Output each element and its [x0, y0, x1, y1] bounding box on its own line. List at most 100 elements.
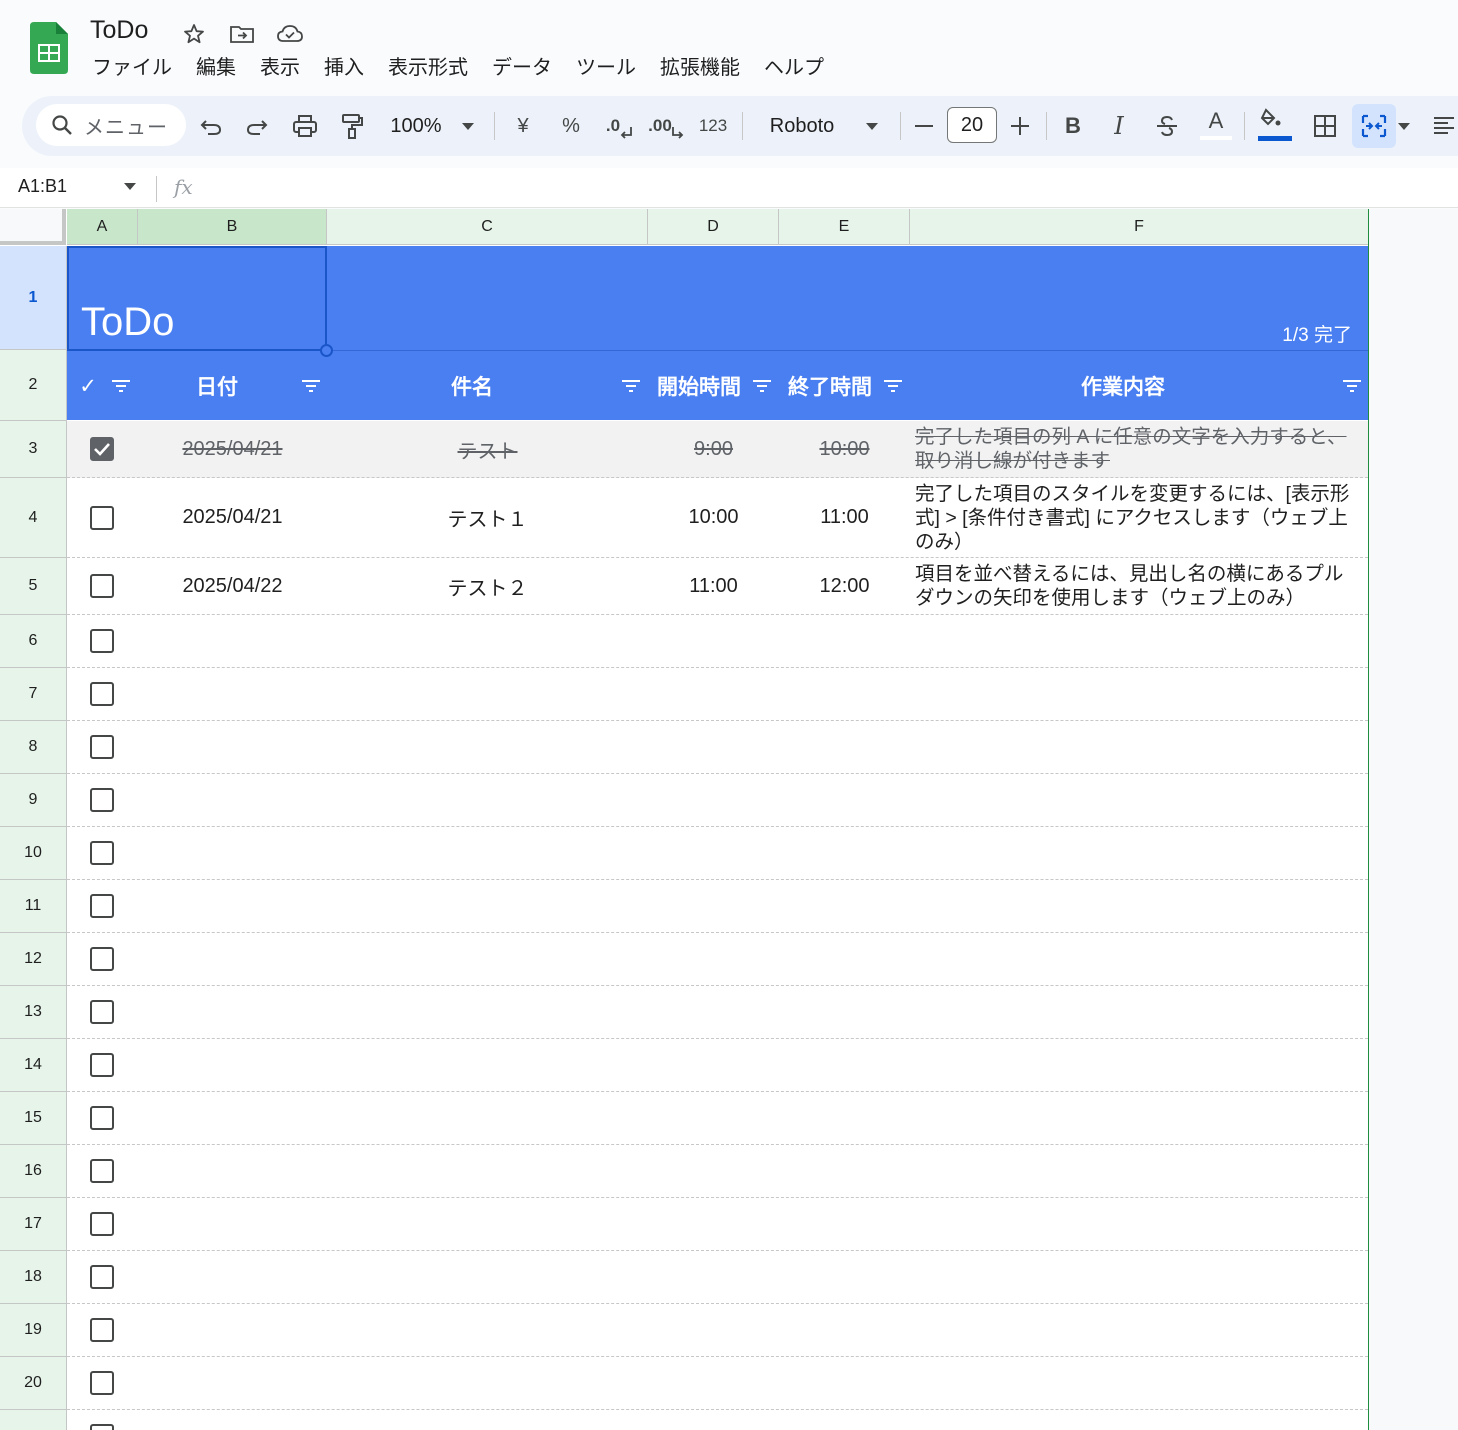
menu-edit[interactable]: 編集	[184, 54, 248, 82]
menu-file[interactable]: ファイル	[80, 54, 184, 82]
cloud-status-icon[interactable]	[276, 20, 304, 48]
row-header-16[interactable]: 16	[0, 1145, 67, 1198]
filter-icon[interactable]	[883, 379, 903, 393]
row-header-13[interactable]: 13	[0, 986, 67, 1039]
table-row: 2025/04/21 テスト１ 10:00 11:00 完了した項目のスタイルを…	[67, 478, 1368, 558]
percent-format-button[interactable]: %	[558, 96, 584, 156]
font-select[interactable]: Roboto	[762, 96, 842, 156]
merge-dropdown-arrow-icon[interactable]	[1396, 96, 1412, 156]
task-detail[interactable]: 完了した項目のスタイルを変更するには、[表示形式] > [条件付き書式] にアク…	[67, 478, 1368, 557]
task-detail[interactable]: 項目を並べ替えるには、見出し名の横にあるプルダウンの矢印を使用します（ウェブ上の…	[67, 558, 1368, 614]
name-box-dropdown-icon[interactable]	[124, 183, 136, 190]
increase-decimal-button[interactable]: .00	[646, 96, 686, 156]
sheets-logo-icon[interactable]	[30, 22, 68, 74]
menu-search[interactable]: メニュー	[36, 104, 186, 146]
text-color-button[interactable]: A	[1198, 96, 1234, 156]
horizontal-align-button[interactable]	[1430, 96, 1458, 156]
name-box[interactable]: A1:B1	[18, 176, 67, 197]
filter-icon[interactable]	[752, 379, 772, 393]
row-header-14[interactable]: 14	[0, 1039, 67, 1092]
row-header-8[interactable]: 8	[0, 721, 67, 774]
task-checkbox[interactable]	[90, 947, 114, 971]
menu-help[interactable]: ヘルプ	[752, 54, 836, 82]
menu-insert[interactable]: 挿入	[312, 54, 376, 82]
merge-cells-button[interactable]	[1352, 104, 1396, 148]
filter-icon[interactable]	[111, 379, 131, 393]
task-checkbox[interactable]	[90, 1424, 114, 1430]
print-button[interactable]	[290, 96, 320, 156]
filter-icon[interactable]	[621, 379, 641, 393]
row-header-1[interactable]: 1	[0, 246, 67, 350]
column-header-e[interactable]: E	[779, 209, 910, 245]
column-header-d[interactable]: D	[648, 209, 779, 245]
currency-format-button[interactable]: ¥	[510, 96, 536, 156]
menu-data[interactable]: データ	[480, 54, 564, 82]
task-checkbox[interactable]	[90, 1265, 114, 1289]
task-detail[interactable]: 完了した項目の列 A に任意の文字を入力すると、取り消し線が付きます	[67, 421, 1368, 477]
task-checkbox[interactable]	[90, 1212, 114, 1236]
strikethrough-button[interactable]	[1152, 96, 1182, 156]
filter-icon[interactable]	[1342, 379, 1362, 393]
menu-extensions[interactable]: 拡張機能	[648, 54, 752, 82]
row-header-4[interactable]: 4	[0, 478, 67, 558]
row-header-12[interactable]: 12	[0, 933, 67, 986]
paint-format-button[interactable]	[338, 96, 366, 156]
number-format-button[interactable]: 123	[696, 96, 730, 156]
decrease-decimal-button[interactable]: .0	[602, 96, 636, 156]
row-header-11[interactable]: 11	[0, 880, 67, 933]
row-header-10[interactable]: 10	[0, 827, 67, 880]
task-checkbox[interactable]	[90, 1106, 114, 1130]
task-checkbox[interactable]	[90, 841, 114, 865]
row-header-9[interactable]: 9	[0, 774, 67, 827]
star-icon[interactable]	[180, 20, 208, 48]
column-header-b[interactable]: B	[138, 209, 327, 245]
font-size-input[interactable]: 20	[947, 107, 997, 143]
row-header-19[interactable]: 19	[0, 1304, 67, 1357]
selection-handle[interactable]	[320, 344, 333, 357]
column-header-a[interactable]: A	[67, 209, 138, 245]
italic-button[interactable]: I	[1106, 96, 1132, 156]
row-header-17[interactable]: 17	[0, 1198, 67, 1251]
document-title[interactable]: ToDo	[90, 16, 148, 45]
row-header-20[interactable]: 20	[0, 1357, 67, 1410]
filter-icon[interactable]	[301, 379, 321, 393]
menu-view[interactable]: 表示	[248, 54, 312, 82]
font-dropdown-arrow-icon[interactable]	[862, 96, 882, 156]
borders-button[interactable]	[1312, 96, 1338, 156]
row-header-6[interactable]: 6	[0, 615, 67, 668]
task-checkbox[interactable]	[90, 1000, 114, 1024]
zoom-dropdown-arrow-icon[interactable]	[458, 96, 478, 156]
move-folder-icon[interactable]	[228, 20, 256, 48]
task-checkbox[interactable]	[90, 1371, 114, 1395]
redo-button[interactable]	[244, 96, 270, 156]
row-header-7[interactable]: 7	[0, 668, 67, 721]
bold-button[interactable]: B	[1060, 96, 1086, 156]
formula-bar: A1:B1 fx	[0, 168, 1458, 208]
column-header-c[interactable]: C	[327, 209, 648, 245]
menu-format[interactable]: 表示形式	[376, 54, 480, 82]
column-header-f[interactable]: F	[910, 209, 1369, 245]
task-checkbox[interactable]	[90, 1053, 114, 1077]
row-header-2[interactable]: 2	[0, 350, 67, 421]
row-header-18[interactable]: 18	[0, 1251, 67, 1304]
task-checkbox[interactable]	[90, 1159, 114, 1183]
select-all-corner[interactable]	[0, 209, 66, 245]
task-checkbox[interactable]	[90, 682, 114, 706]
task-checkbox[interactable]	[90, 629, 114, 653]
task-checkbox[interactable]	[90, 788, 114, 812]
fill-color-button[interactable]	[1256, 96, 1292, 156]
task-checkbox[interactable]	[90, 1318, 114, 1342]
table-row	[67, 774, 1368, 827]
task-checkbox[interactable]	[90, 735, 114, 759]
row-header-5[interactable]: 5	[0, 558, 67, 615]
decrease-font-size-button[interactable]	[912, 96, 936, 156]
row-header-21[interactable]	[0, 1410, 67, 1430]
row-header-15[interactable]: 15	[0, 1092, 67, 1145]
row-header-3[interactable]: 3	[0, 421, 67, 478]
align-left-icon	[1434, 117, 1454, 134]
task-checkbox[interactable]	[90, 894, 114, 918]
zoom-select[interactable]: 100%	[386, 96, 446, 156]
menu-tools[interactable]: ツール	[564, 54, 648, 82]
increase-font-size-button[interactable]	[1008, 96, 1032, 156]
undo-button[interactable]	[198, 96, 224, 156]
